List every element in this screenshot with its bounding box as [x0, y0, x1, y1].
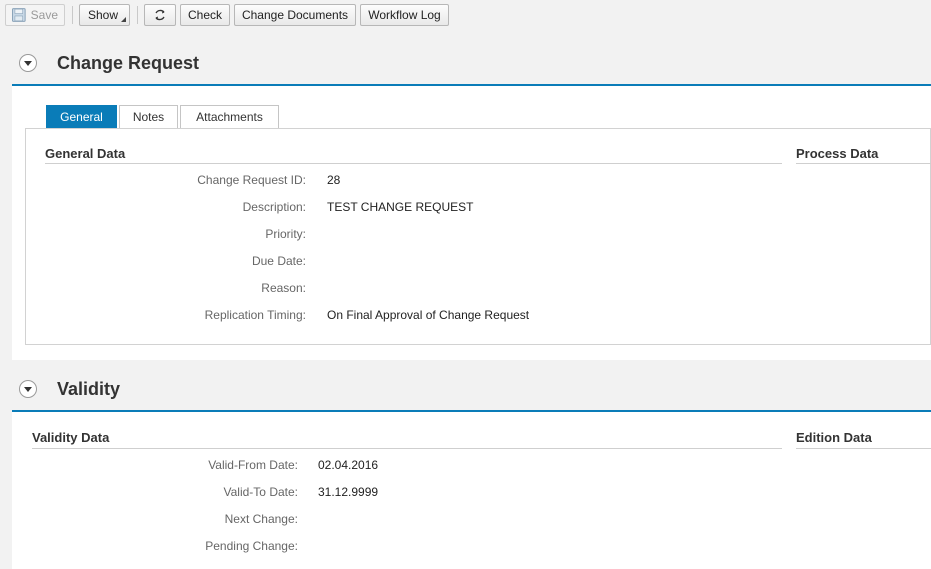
refresh-button[interactable]: [144, 4, 176, 26]
pending-change-label: Pending Change:: [205, 539, 298, 553]
page-title: Change Request: [57, 53, 200, 73]
valid-from-value: 02.04.2016: [318, 458, 379, 472]
description-value: TEST CHANGE REQUEST: [327, 200, 474, 214]
validity-header: Validity: [12, 366, 931, 412]
next-change-label: Next Change:: [224, 512, 298, 526]
save-icon: [12, 8, 26, 22]
tab-notes[interactable]: Notes: [119, 105, 178, 128]
description-label: Description:: [242, 200, 306, 214]
show-menu-button[interactable]: Show: [79, 4, 130, 26]
check-button[interactable]: Check: [180, 4, 230, 26]
change-request-id-label: Change Request ID:: [197, 173, 306, 187]
tab-general-label: General: [60, 110, 103, 124]
tab-attachments-label: Attachments: [196, 110, 263, 124]
toolbar: Save Show Check Change Documents Workflo…: [0, 0, 931, 30]
divider: [796, 448, 931, 449]
toolbar-separator: [137, 6, 138, 24]
tab-notes-label: Notes: [132, 110, 165, 124]
collapse-icon[interactable]: [19, 380, 37, 398]
tab-general[interactable]: General: [46, 105, 117, 128]
save-button[interactable]: Save: [5, 4, 65, 26]
change-documents-button[interactable]: Change Documents: [234, 4, 356, 26]
change-request-header: Change Request: [12, 40, 931, 86]
general-data-title: General Data: [45, 146, 126, 161]
show-label: Show: [88, 8, 119, 22]
divider: [32, 448, 782, 449]
toolbar-separator: [72, 6, 73, 24]
check-label: Check: [187, 8, 222, 22]
change-request-id-value: 28: [327, 173, 341, 187]
replication-timing-label: Replication Timing:: [204, 308, 306, 322]
valid-from-label: Valid-From Date:: [208, 458, 298, 472]
valid-to-value: 31.12.9999: [318, 485, 379, 499]
replication-timing-value: On Final Approval of Change Request: [327, 308, 530, 322]
tab-attachments[interactable]: Attachments: [180, 105, 279, 128]
validity-data-title: Validity Data: [32, 430, 110, 445]
divider: [45, 163, 782, 164]
valid-to-label: Valid-To Date:: [223, 485, 298, 499]
priority-label: Priority:: [265, 227, 306, 241]
menu-arrow-icon: [121, 17, 126, 22]
workflow-log-label: Workflow Log: [368, 8, 441, 22]
reason-label: Reason:: [261, 281, 306, 295]
change-documents-label: Change Documents: [241, 8, 349, 22]
collapse-icon[interactable]: [19, 54, 37, 72]
validity-title: Validity: [57, 379, 121, 399]
divider: [796, 163, 931, 164]
edition-data-title: Edition Data: [796, 430, 872, 445]
workflow-log-button[interactable]: Workflow Log: [360, 4, 449, 26]
process-data-title: Process Data: [796, 146, 879, 161]
due-date-label: Due Date:: [251, 254, 306, 268]
refresh-icon: [155, 9, 165, 21]
save-label: Save: [30, 8, 58, 22]
